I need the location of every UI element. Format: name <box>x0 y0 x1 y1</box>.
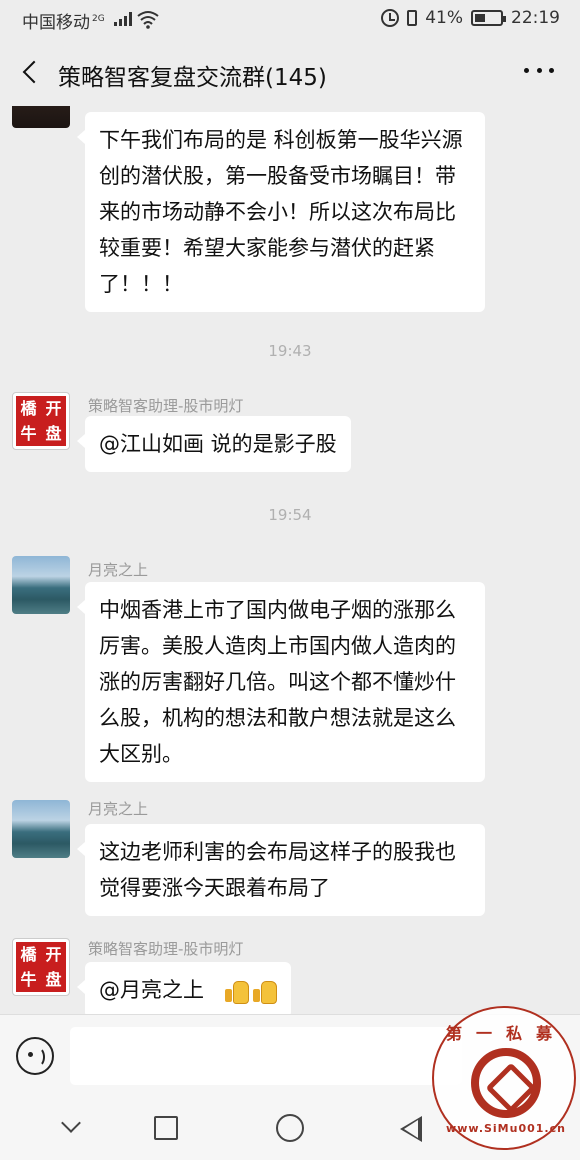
avatar[interactable] <box>12 106 70 128</box>
hide-nav-chevron-icon[interactable] <box>62 1116 80 1134</box>
message-input[interactable] <box>70 1027 462 1085</box>
message-list[interactable]: 下午我们布局的是 科创板第一股华兴源创的潜伏股，第一股备受市场瞩目！带来的市场动… <box>0 106 580 1014</box>
network-type: 2G <box>92 14 105 25</box>
seal-avatar-image: 橋开 牛盘 <box>16 942 66 992</box>
seal-avatar-image: 橋开 牛盘 <box>16 396 66 446</box>
sender-name: 策略智客助理-股市明灯 <box>88 940 244 958</box>
recent-apps-button[interactable] <box>154 1116 178 1140</box>
chat-title: 策略智客复盘交流群(145) <box>58 65 327 91</box>
message-text: 下午我们布局的是 科创板第一股华兴源创的潜伏股，第一股备受市场瞩目！带来的市场动… <box>99 128 463 296</box>
avatar[interactable]: 橋开 牛盘 <box>12 938 70 996</box>
sender-name: 策略智客助理-股市明灯 <box>88 397 244 415</box>
carrier-name: 中国移动 <box>22 13 90 33</box>
timestamp: 19:54 <box>268 506 312 524</box>
watermark-emblem-icon <box>471 1048 541 1118</box>
alarm-icon <box>381 9 400 27</box>
vibrate-icon <box>407 10 418 26</box>
avatar[interactable] <box>12 556 70 614</box>
clock: 22:19 <box>511 8 560 28</box>
message-text: 中烟香港上市了国内做电子烟的涨那么厉害。美股人造肉上市国内做人造肉的涨的厉害翻好… <box>99 598 456 766</box>
message-bubble[interactable]: @月亮之上 <box>77 962 291 1014</box>
battery-icon <box>471 10 506 26</box>
home-button[interactable] <box>276 1114 304 1142</box>
sender-name: 月亮之上 <box>88 561 149 579</box>
sender-name: 月亮之上 <box>88 800 149 818</box>
message-bubble[interactable]: 中烟香港上市了国内做电子烟的涨那么厉害。美股人造肉上市国内做人造肉的涨的厉害翻好… <box>77 582 485 782</box>
timestamp: 19:43 <box>268 342 312 360</box>
message-text: @月亮之上 <box>99 978 204 1002</box>
message-bubble[interactable]: 这边老师利害的会布局这样子的股我也觉得要涨今天跟着布局了 <box>77 824 485 916</box>
message-text: @江山如画 说的是影子股 <box>99 432 337 456</box>
carrier-label: 中国移动 2G <box>22 8 105 33</box>
nav-back-button[interactable] <box>400 1116 422 1142</box>
signal-icon <box>114 12 132 26</box>
thumbs-up-icon <box>251 978 277 1004</box>
battery-percent: 41% <box>425 8 463 28</box>
wifi-icon <box>137 11 159 29</box>
message-bubble[interactable]: @江山如画 说的是影子股 <box>77 416 351 472</box>
more-options-button[interactable] <box>524 68 554 76</box>
voice-input-button[interactable] <box>16 1037 54 1075</box>
avatar[interactable] <box>12 800 70 858</box>
watermark-logo: 第一私募 www.SiMu001.cn <box>432 1006 576 1150</box>
message-text: 这边老师利害的会布局这样子的股我也觉得要涨今天跟着布局了 <box>99 840 456 900</box>
back-button[interactable] <box>18 58 48 88</box>
message-bubble[interactable]: 下午我们布局的是 科创板第一股华兴源创的潜伏股，第一股备受市场瞩目！带来的市场动… <box>77 112 485 312</box>
avatar[interactable]: 橋开 牛盘 <box>12 392 70 450</box>
watermark-url: www.SiMu001.cn <box>446 1122 566 1135</box>
watermark-top-text: 第一私募 <box>445 1024 566 1043</box>
chat-header: 策略智客复盘交流群(145) <box>0 40 580 106</box>
status-bar: 中国移动 2G 41% 22:19 <box>0 0 580 40</box>
status-right: 41% 22:19 <box>381 8 560 28</box>
thumbs-up-icon <box>223 978 249 1004</box>
